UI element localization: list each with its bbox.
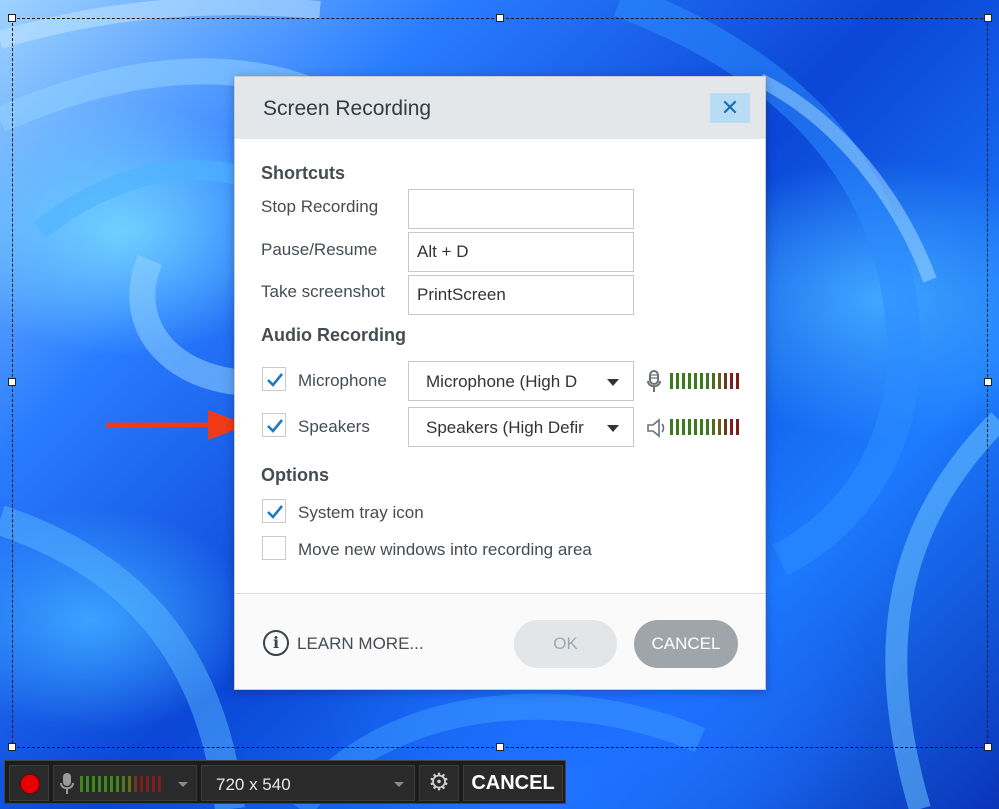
settings-button[interactable]: ⚙	[419, 765, 459, 801]
toolbar-level-meter	[80, 776, 170, 792]
speaker-icon	[647, 418, 665, 438]
system-tray-icon-checkbox[interactable]	[262, 499, 286, 523]
record-icon	[20, 774, 40, 794]
options-heading: Options	[261, 465, 329, 485]
speakers-label: Speakers	[298, 417, 370, 436]
dialog-header: Screen Recording ✕	[235, 77, 765, 139]
move-windows-checkbox[interactable]	[262, 536, 286, 560]
gear-icon: ⚙	[428, 769, 450, 796]
speakers-device-value: Speakers (High Defir	[426, 418, 584, 437]
annotation-arrow-icon	[106, 410, 248, 440]
resize-handle-bottom-left[interactable]	[8, 743, 16, 751]
resize-handle-bottom-right[interactable]	[984, 743, 992, 751]
recording-size-value: 720 x 540	[216, 775, 291, 794]
toolbar-cancel-button[interactable]: CANCEL	[463, 765, 563, 801]
recording-size-dropdown[interactable]: 720 x 540	[201, 765, 415, 801]
take-screenshot-label: Take screenshot	[261, 282, 385, 301]
microphone-checkbox[interactable]	[262, 367, 286, 391]
audio-recording-heading: Audio Recording	[261, 325, 406, 345]
stop-recording-shortcut-input[interactable]	[408, 189, 634, 229]
resize-handle-middle-left[interactable]	[8, 378, 16, 386]
stop-recording-label: Stop Recording	[261, 197, 379, 216]
screen-recording-dialog: Screen Recording ✕ Shortcuts Stop Record…	[234, 76, 766, 690]
learn-more-label: LEARN MORE...	[297, 634, 424, 653]
take-screenshot-shortcut-input[interactable]	[408, 275, 634, 315]
info-icon: i	[263, 630, 289, 656]
shortcuts-heading: Shortcuts	[261, 163, 346, 183]
record-button[interactable]	[9, 765, 49, 801]
check-icon	[267, 505, 284, 519]
ok-button[interactable]: OK	[514, 620, 617, 668]
chevron-down-icon	[607, 379, 619, 386]
move-windows-label: Move new windows into recording area	[298, 540, 592, 559]
chevron-down-icon	[607, 425, 619, 432]
system-tray-icon-label: System tray icon	[298, 503, 424, 522]
microphone-device-dropdown[interactable]: Microphone (High D	[408, 361, 634, 401]
speakers-checkbox[interactable]	[262, 413, 286, 437]
resize-handle-bottom-center[interactable]	[496, 743, 504, 751]
chevron-down-icon	[178, 782, 188, 787]
check-icon	[267, 419, 284, 433]
cancel-button[interactable]: CANCEL	[634, 620, 738, 668]
pause-resume-shortcut-input[interactable]	[408, 232, 634, 272]
resize-handle-top-center[interactable]	[496, 14, 504, 22]
dialog-footer: i LEARN MORE... OK CANCEL	[235, 593, 765, 689]
resize-handle-top-right[interactable]	[984, 14, 992, 22]
close-icon: ✕	[720, 95, 740, 120]
speakers-device-dropdown[interactable]: Speakers (High Defir	[408, 407, 634, 447]
close-button[interactable]: ✕	[710, 93, 750, 123]
dialog-title: Screen Recording	[263, 97, 432, 120]
chevron-down-icon	[394, 782, 404, 787]
recording-toolbar: 720 x 540 ⚙ CANCEL	[4, 760, 566, 804]
microphone-icon	[60, 773, 74, 794]
audio-level-dropdown[interactable]	[53, 765, 197, 801]
check-icon	[267, 373, 284, 387]
pause-resume-label: Pause/Resume	[261, 240, 378, 259]
resize-handle-top-left[interactable]	[8, 14, 16, 22]
microphone-label: Microphone	[298, 371, 387, 390]
microphone-icon	[647, 370, 661, 392]
microphone-device-value: Microphone (High D	[426, 372, 578, 391]
resize-handle-middle-right[interactable]	[984, 378, 992, 386]
